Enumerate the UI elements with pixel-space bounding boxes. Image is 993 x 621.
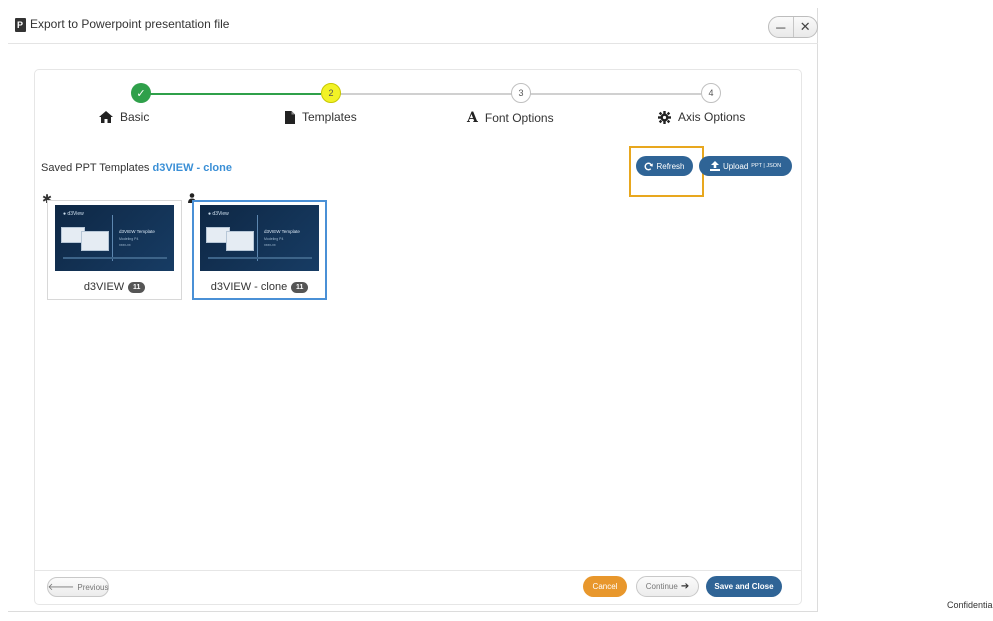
thumbnail-logo: ● d3View: [208, 211, 229, 217]
template-card-d3view[interactable]: ● d3View d3VIEW Template Modeling P4 xxx…: [47, 200, 182, 300]
thumbnail-preview-2: [81, 231, 109, 251]
powerpoint-icon: P: [15, 18, 26, 32]
title-bar: P Export to Powerpoint presentation file…: [8, 8, 818, 44]
refresh-button[interactable]: Refresh: [636, 156, 693, 176]
template-name-row: d3VIEW - clone 11: [194, 281, 325, 293]
step-1-check-icon: ✓: [136, 87, 146, 100]
upload-icon: [709, 161, 720, 171]
arrow-right-icon: ➔: [680, 581, 690, 592]
step-3-circle[interactable]: 3: [511, 83, 531, 103]
template-name-row: d3VIEW 11: [48, 281, 181, 293]
template-count-badge: 11: [128, 281, 146, 293]
step-axis-options[interactable]: Axis Options: [658, 110, 745, 124]
template-name: d3VIEW - clone: [210, 281, 288, 293]
active-template-link[interactable]: d3VIEW - clone: [153, 162, 232, 174]
gear-icon: [658, 110, 671, 124]
step-4-number: 4: [708, 88, 714, 98]
minimize-button[interactable]: ─: [769, 17, 794, 37]
step-font-options-label: Font Options: [484, 111, 554, 125]
template-thumbnail: ● d3View d3VIEW Template Modeling P4 xxx…: [200, 205, 319, 271]
saved-templates-text: Saved PPT Templates: [41, 162, 150, 174]
step-axis-options-label: Axis Options: [678, 110, 746, 124]
previous-label: Previous: [77, 582, 109, 592]
powerpoint-icon-letter: P: [17, 20, 24, 30]
step-2-number: 2: [328, 88, 334, 98]
step-3-number: 3: [518, 88, 524, 98]
step-templates[interactable]: Templates: [285, 110, 357, 124]
arrow-left-icon: 🡐: [47, 582, 75, 593]
font-icon: A: [467, 110, 478, 126]
dialog-title: Export to Powerpoint presentation file: [30, 17, 230, 31]
thumbnail-line-1: Modeling P4: [119, 237, 139, 241]
thumbnail-line-1: Modeling P4: [264, 237, 284, 241]
step-basic[interactable]: Basic: [99, 110, 149, 124]
window-controls: ─ ✕: [768, 16, 818, 38]
step-2-circle[interactable]: 2: [321, 83, 341, 103]
file-icon: [285, 110, 295, 124]
thumbnail-heading: d3VIEW Template: [119, 229, 155, 234]
step-font-options[interactable]: A Font Options: [467, 110, 554, 126]
thumbnail-line-2: xxxx-xx: [119, 243, 131, 247]
thumbnail-bar: [63, 257, 167, 259]
template-card-d3view-clone[interactable]: ● d3View d3VIEW Template Modeling P4 xxx…: [192, 200, 327, 300]
thumbnail-heading: d3VIEW Template: [264, 229, 300, 234]
export-dialog: P Export to Powerpoint presentation file…: [8, 8, 818, 612]
confidential-watermark: Confidential: [947, 600, 993, 610]
cancel-button[interactable]: Cancel: [583, 576, 627, 597]
upload-formats: PPT | JSON: [751, 163, 782, 169]
template-thumbnail: ● d3View d3VIEW Template Modeling P4 xxx…: [55, 205, 174, 271]
thumbnail-divider: [112, 215, 113, 261]
thumbnail-divider: [257, 215, 258, 261]
thumbnail-logo: ● d3View: [63, 211, 84, 217]
continue-label: Continue: [645, 582, 678, 591]
home-icon: [99, 111, 113, 123]
step-4-circle[interactable]: 4: [701, 83, 721, 103]
upload-label: Upload: [722, 161, 749, 171]
thumbnail-bar: [208, 257, 312, 259]
template-count-badge: 11: [291, 281, 309, 293]
step-1-circle[interactable]: ✓: [131, 83, 151, 103]
previous-button[interactable]: 🡐 Previous: [47, 577, 109, 597]
saved-templates-label: Saved PPT Templates d3VIEW - clone: [41, 162, 232, 174]
refresh-label: Refresh: [656, 161, 685, 171]
thumbnail-line-2: xxxx-xx: [264, 243, 276, 247]
footer-divider: [35, 570, 801, 571]
step-templates-label: Templates: [302, 110, 357, 124]
template-name: d3VIEW: [83, 281, 125, 293]
step-line-complete: [141, 93, 321, 95]
thumbnail-preview-2: [226, 231, 254, 251]
continue-button[interactable]: Continue ➔: [636, 576, 699, 597]
refresh-icon: [644, 162, 654, 170]
close-button[interactable]: ✕: [794, 17, 818, 37]
upload-button[interactable]: Upload PPT | JSON: [699, 156, 792, 176]
save-and-close-button[interactable]: Save and Close: [706, 576, 782, 597]
step-basic-label: Basic: [120, 110, 150, 124]
wizard-panel: ✓ Basic 2 Templates 3 A Font Options 4 A…: [34, 69, 802, 605]
